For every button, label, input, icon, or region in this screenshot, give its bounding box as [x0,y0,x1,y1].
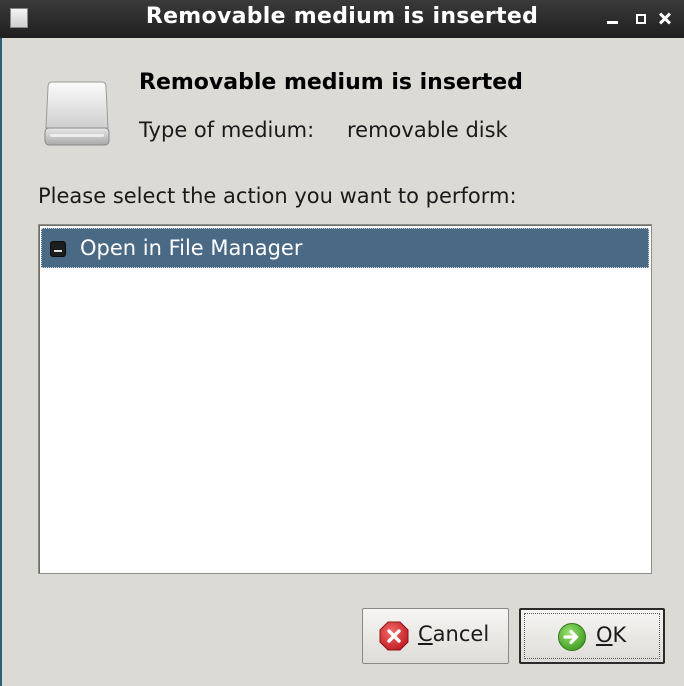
dialog-window: Removable medium is inserted Removable m… [0,0,684,686]
maximize-button[interactable] [632,9,650,27]
removable-drive-icon [44,81,110,146]
list-item-open-in-file-manager[interactable]: Open in File Manager [41,228,649,268]
window-border [0,38,2,686]
cancel-icon [379,621,409,651]
titlebar[interactable]: Removable medium is inserted [0,0,684,38]
action-list[interactable]: Open in File Manager [38,224,652,574]
focus-ring [524,613,660,659]
close-button[interactable] [657,9,675,27]
dialog-heading: Removable medium is inserted [139,70,523,95]
ok-button-label: OK [596,623,627,647]
cancel-button[interactable]: Cancel [362,608,509,664]
minimize-button[interactable] [604,9,622,27]
action-prompt: Please select the action you want to per… [38,184,517,208]
ok-icon [558,623,586,651]
medium-type-value: removable disk [347,118,508,142]
window-title: Removable medium is inserted [145,4,539,29]
list-item-label: Open in File Manager [80,236,303,260]
drive-icon [50,241,66,257]
medium-type-label: Type of medium: [139,118,315,142]
cancel-button-label: Cancel [418,622,490,646]
ok-button[interactable]: OK [519,608,665,664]
